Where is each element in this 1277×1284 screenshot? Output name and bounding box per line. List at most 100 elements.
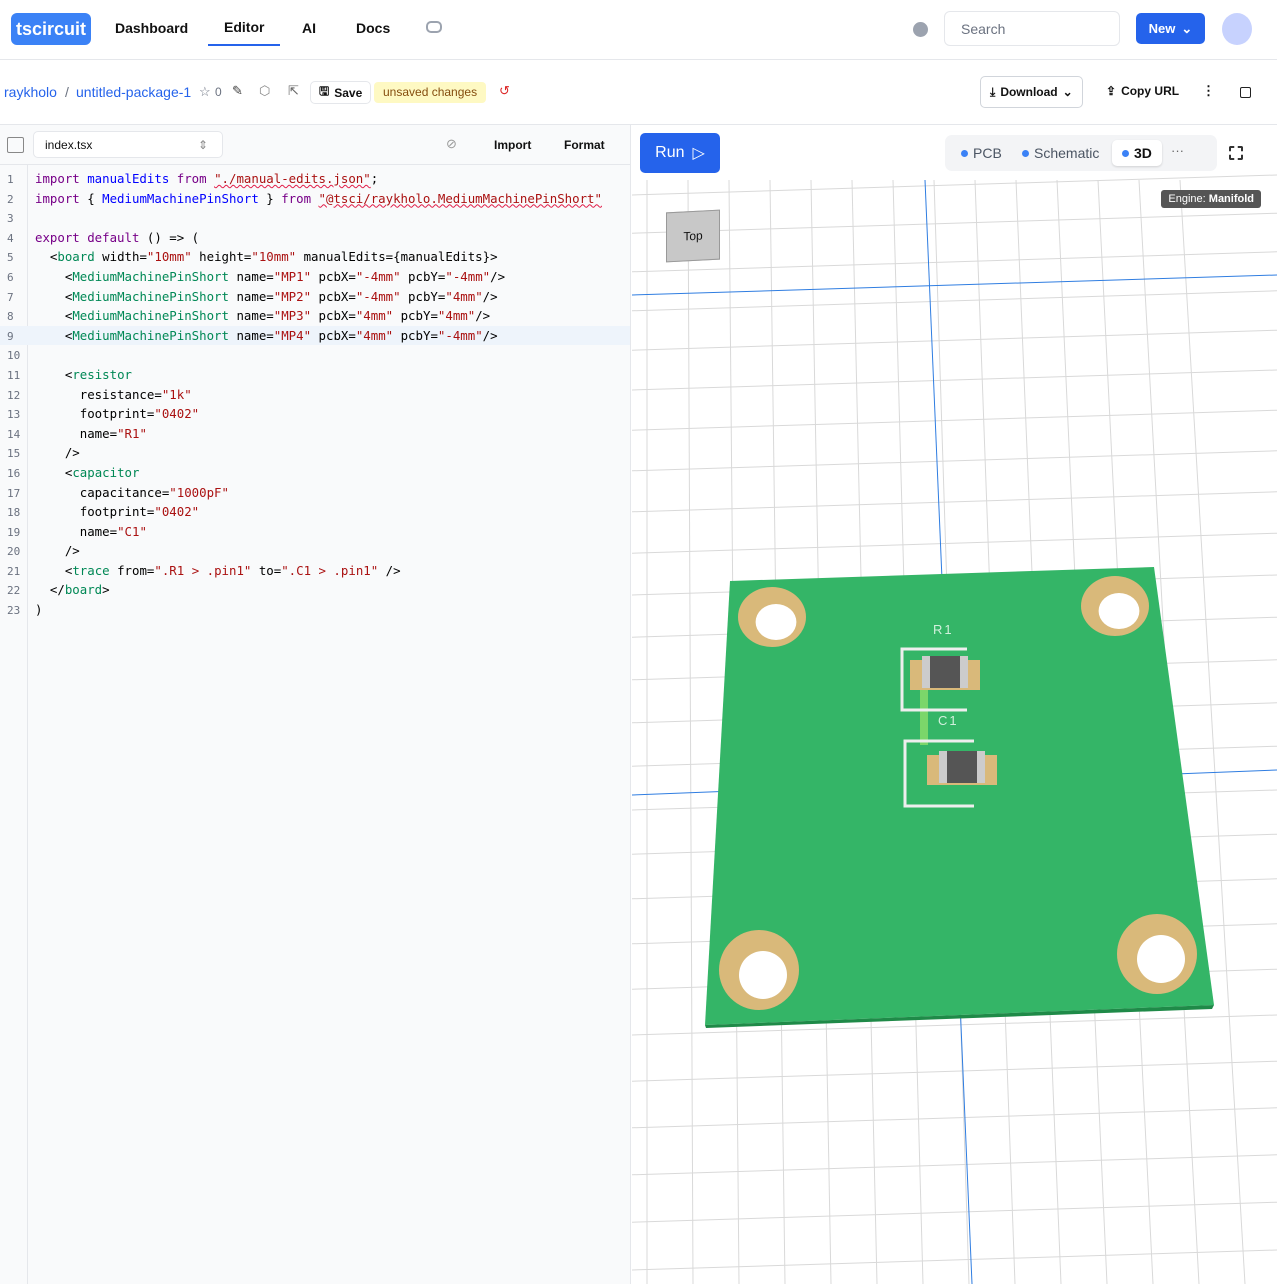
tab-schematic[interactable]: Schematic: [1012, 140, 1109, 166]
line-text: <resistor: [35, 365, 132, 385]
code-line[interactable]: 1 import manualEdits from "./manual-edits…: [0, 169, 630, 189]
code-line[interactable]: 17 capacitance="1000pF": [0, 483, 630, 503]
code-token: MediumMachinePinShort: [72, 327, 237, 343]
code-line[interactable]: 5 <board width="10mm" height="10mm" manu…: [0, 247, 630, 267]
copy-url-button[interactable]: ⇪ Copy URL: [1106, 84, 1179, 98]
code-token: />: [35, 445, 80, 461]
code-token: <: [35, 562, 73, 578]
line-text: <MediumMachinePinShort name="MP1" pcbX="…: [35, 267, 505, 287]
code-line[interactable]: 13 footprint="0402": [0, 404, 630, 424]
breadcrumb-separator: /: [65, 84, 69, 100]
code-token: pcbX=: [311, 308, 356, 324]
hole-opening: [739, 951, 787, 999]
code-line[interactable]: 9 <MediumMachinePinShort name="MP4" pcbX…: [0, 325, 630, 346]
line-text: import { MediumMachinePinShort } from "@…: [35, 189, 602, 209]
code-token: manualEdits={manualEdits}>: [296, 249, 498, 265]
code-line[interactable]: 23): [0, 600, 630, 620]
logo[interactable]: tscircuit: [11, 13, 91, 45]
tag-icon[interactable]: ⬡: [259, 83, 270, 99]
code-token: "MP3": [273, 308, 312, 324]
download-button[interactable]: ⤓ Download ⌄: [980, 76, 1083, 108]
grid-line: [632, 251, 1277, 273]
code-token: import: [35, 171, 88, 186]
cube-face-label: Top: [683, 228, 703, 244]
grid-line: [632, 1154, 1277, 1176]
code-line[interactable]: 12 resistance="1k": [0, 385, 630, 405]
code-line[interactable]: 19 name="C1": [0, 522, 630, 542]
github-icon[interactable]: [913, 22, 928, 37]
format-button[interactable]: Format: [564, 138, 605, 152]
tab-label: 3D: [1134, 145, 1152, 161]
star-icon[interactable]: ☆: [199, 84, 211, 100]
code-token: />: [475, 308, 491, 324]
breadcrumb-owner[interactable]: raykholo: [4, 84, 57, 100]
line-text: export default () => (: [35, 228, 199, 248]
code-token: "-4mm": [445, 268, 491, 284]
more-menu-icon[interactable]: ⋮: [1202, 83, 1215, 99]
code-token: name=: [35, 523, 118, 539]
run-button[interactable]: Run ▷: [640, 133, 720, 173]
code-line[interactable]: 21 <trace from=".R1 > .pin1" to=".C1 > .…: [0, 561, 630, 581]
line-number: 23: [7, 604, 21, 618]
code-line[interactable]: 16 <capacitor: [0, 463, 630, 483]
breadcrumb-package[interactable]: untitled-package-1: [76, 84, 191, 100]
code-line[interactable]: 20 />: [0, 541, 630, 561]
line-text: </board>: [35, 580, 110, 600]
component-body: [930, 656, 960, 688]
code-line[interactable]: 8 <MediumMachinePinShort name="MP3" pcbX…: [0, 306, 630, 326]
nav-ai[interactable]: AI: [302, 20, 316, 36]
code-line[interactable]: 2 import { MediumMachinePinShort } from "…: [0, 189, 630, 209]
code-line[interactable]: 15 />: [0, 443, 630, 463]
line-number: 16: [7, 466, 21, 480]
code-line[interactable]: 11 <resistor: [0, 365, 630, 385]
code-token: width=: [102, 249, 147, 265]
line-text: />: [35, 443, 80, 463]
nav-dashboard[interactable]: Dashboard: [115, 20, 188, 36]
line-number: 12: [7, 388, 21, 402]
nav-docs[interactable]: Docs: [356, 20, 390, 36]
code-line[interactable]: 6 <MediumMachinePinShort name="MP1" pcbX…: [0, 267, 630, 287]
code-line[interactable]: 7 <MediumMachinePinShort name="MP2" pcbX…: [0, 287, 630, 307]
code-token: "@tsci/raykholo.MediumMachinePinShort": [318, 190, 602, 206]
code-token: MediumMachinePinShort: [72, 308, 237, 324]
orientation-cube[interactable]: Top: [666, 209, 720, 263]
code-token: trace: [72, 562, 118, 578]
tab-3d[interactable]: 3D: [1112, 140, 1162, 166]
more-icon[interactable]: ···: [1171, 143, 1184, 158]
code-area[interactable]: 1 import manualEdits from "./manual-edits…: [0, 169, 630, 620]
open-external-icon[interactable]: ⇱: [288, 83, 299, 99]
code-line[interactable]: 3: [0, 208, 630, 228]
code-token: capacitance=: [35, 484, 170, 500]
nav-editor[interactable]: Editor: [208, 19, 281, 46]
discord-icon[interactable]: [426, 21, 442, 33]
tab-pcb[interactable]: PCB: [951, 140, 1012, 166]
code-token: "MP1": [273, 268, 312, 284]
line-number: 22: [7, 584, 21, 598]
search-input[interactable]: Search: [944, 11, 1120, 46]
code-token: () => (: [146, 229, 200, 245]
code-line[interactable]: 14 name="R1": [0, 424, 630, 444]
fullscreen-icon[interactable]: [1229, 146, 1243, 160]
layout-toggle-icon[interactable]: [1240, 87, 1251, 98]
edit-icon[interactable]: ✎: [232, 83, 243, 99]
no-image-icon[interactable]: ⊘: [446, 136, 457, 152]
avatar[interactable]: [1222, 13, 1252, 45]
undo-icon[interactable]: ↺: [499, 83, 510, 99]
code-token: />: [378, 562, 401, 578]
3d-viewport[interactable]: [632, 125, 1277, 1284]
code-line[interactable]: 4 export default () => (: [0, 228, 630, 248]
code-line[interactable]: 18 footprint="0402": [0, 502, 630, 522]
code-token: "-4mm": [355, 268, 401, 284]
file-selector[interactable]: index.tsx ⇕: [33, 131, 223, 158]
import-button[interactable]: Import: [494, 138, 531, 152]
save-button[interactable]: 🖫 Save: [310, 81, 372, 104]
code-token: pcbY=: [400, 288, 446, 304]
code-line[interactable]: 22 </board>: [0, 580, 630, 600]
save-icon: 🖫: [319, 84, 330, 98]
new-button[interactable]: New ⌄: [1136, 13, 1205, 44]
code-token: "C1": [117, 523, 147, 539]
star-count: 0: [215, 85, 222, 99]
sidebar-toggle-icon[interactable]: [7, 137, 24, 153]
code-token: ): [35, 602, 43, 618]
code-line[interactable]: 10: [0, 345, 630, 365]
